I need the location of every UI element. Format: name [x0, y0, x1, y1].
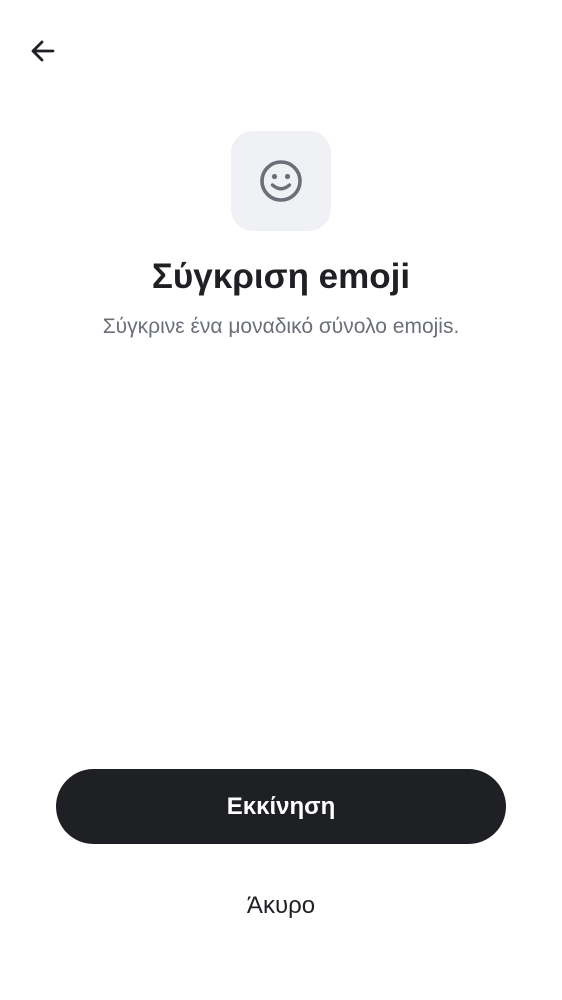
page-title: Σύγκριση emoji [151, 257, 411, 296]
emoji-tile [231, 131, 331, 231]
page-subtitle: Σύγκρινε ένα μοναδικό σύνολο emojis. [102, 315, 460, 338]
back-button[interactable] [22, 30, 64, 72]
cancel-button-label: Άκυρο [246, 892, 316, 919]
smiley-face-icon [260, 160, 302, 202]
arrow-left-icon [31, 40, 55, 62]
cancel-button[interactable]: Άκυρο [181, 880, 381, 932]
start-button[interactable]: Εκκίνηση [56, 769, 506, 844]
start-button-label: Εκκίνηση [226, 792, 336, 820]
